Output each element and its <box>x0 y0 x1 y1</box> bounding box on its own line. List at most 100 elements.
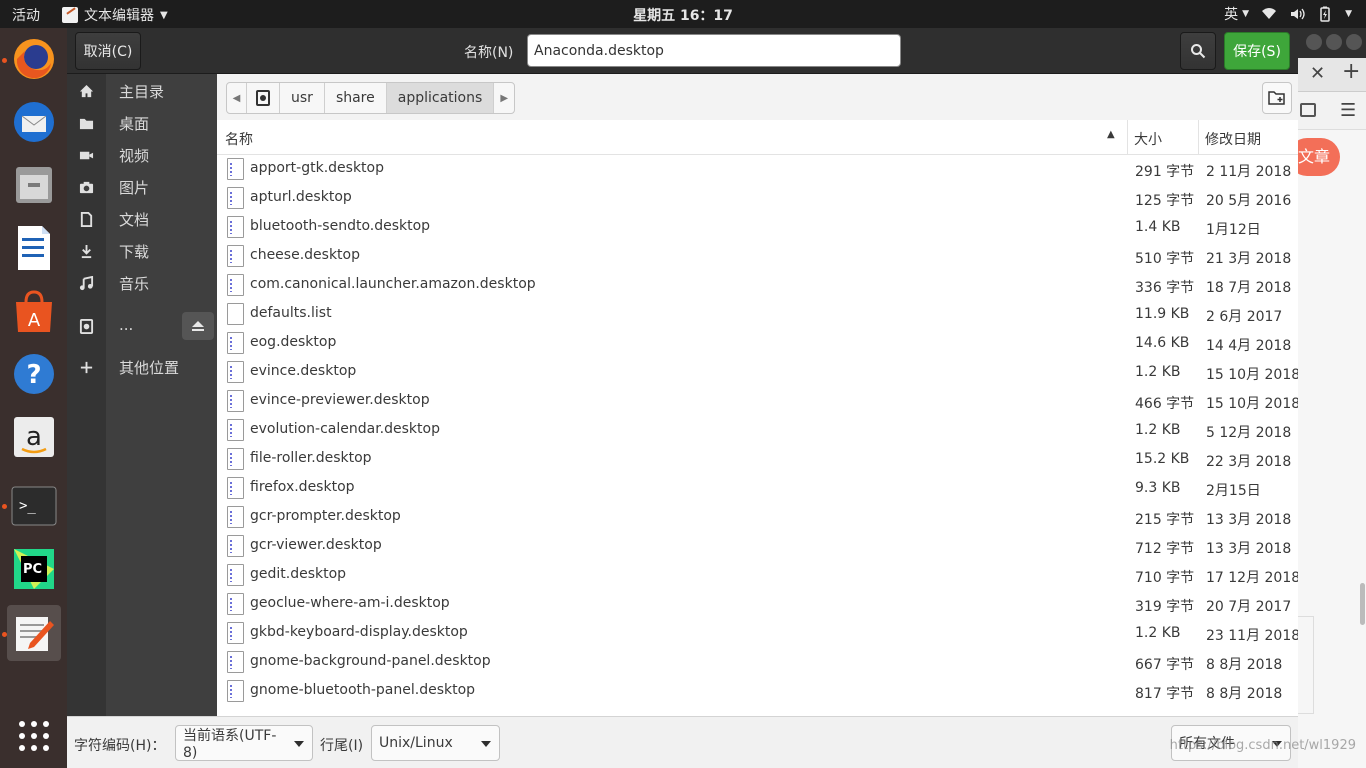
sidebar-item-label: 桌面 <box>119 115 150 133</box>
table-row[interactable]: gcr-viewer.desktop 712 字节 13 3月 2018 <box>217 532 1298 561</box>
text-file-icon <box>227 651 244 673</box>
new-tab-icon[interactable]: + <box>1342 59 1360 84</box>
sidebar-item-other-locations[interactable]: 其他位置 <box>67 351 217 383</box>
file-modified-date: 2 11月 2018 <box>1206 164 1292 180</box>
document-icon <box>80 212 93 227</box>
text-file-icon <box>227 187 244 209</box>
table-row[interactable]: gnome-bluetooth-panel.desktop 817 字节 8 8月 … <box>217 677 1298 706</box>
cancel-button[interactable]: 取消(C) <box>75 32 141 70</box>
scroll-right-button[interactable]: ▶ <box>494 83 514 113</box>
places-sidebar: 主目录 桌面 视频 图片 文档 下载 音乐 ... 其他位置 <box>67 74 217 716</box>
file-size: 336 字节 <box>1135 280 1195 296</box>
table-row[interactable]: file-roller.desktop 15.2 KB 22 3月 2018 <box>217 445 1298 474</box>
svg-text:A: A <box>28 310 41 331</box>
sidebar-item-pictures[interactable]: 图片 <box>67 171 217 203</box>
help-launcher[interactable]: ? <box>7 346 61 402</box>
firefox-launcher[interactable] <box>7 31 61 87</box>
save-button[interactable]: 保存(S) <box>1224 32 1290 70</box>
line-ending-select[interactable]: Unix/Linux <box>371 725 500 761</box>
table-row[interactable]: defaults.list 11.9 KB 2 6月 2017 <box>217 300 1298 329</box>
table-row[interactable]: geoclue-where-am-i.desktop 319 字节 20 7月 20… <box>217 590 1298 619</box>
sidebar-item-label: 音乐 <box>119 275 150 293</box>
help-icon: ? <box>14 354 54 394</box>
volume-icon <box>1291 8 1305 20</box>
file-modified-date: 20 7月 2017 <box>1206 599 1292 615</box>
clock[interactable]: 星期五 16：17 <box>0 5 1366 25</box>
table-row[interactable]: cheese.desktop 510 字节 21 3月 2018 <box>217 242 1298 271</box>
table-row[interactable]: bluetooth-sendto.desktop 1.4 KB 1月12日 <box>217 213 1298 242</box>
system-tray[interactable]: 英 ▼ ▼ <box>1224 4 1352 24</box>
table-row[interactable]: apport-gtk.desktop 291 字节 2 11月 2018 <box>217 155 1298 184</box>
sidebar-item-documents[interactable]: 文档 <box>67 203 217 235</box>
line-ending-value: Unix/Linux <box>379 735 453 751</box>
sidebar-item-desktop[interactable]: 桌面 <box>67 107 217 139</box>
table-row[interactable]: firefox.desktop 9.3 KB 2月15日 <box>217 474 1298 503</box>
text-file-icon <box>227 158 244 180</box>
table-row[interactable]: gcr-prompter.desktop 215 字节 13 3月 2018 <box>217 503 1298 532</box>
text-editor-launcher[interactable] <box>7 605 61 661</box>
show-applications-button[interactable] <box>7 708 61 764</box>
file-modified-date: 13 3月 2018 <box>1206 541 1292 557</box>
sidebar-item-label: ... <box>119 316 134 334</box>
breadcrumb-applications[interactable]: applications <box>386 83 495 113</box>
file-modified-date: 8 8月 2018 <box>1206 686 1283 702</box>
table-row[interactable]: apturl.desktop 125 字节 20 5月 2016 <box>217 184 1298 213</box>
table-row[interactable]: evolution-calendar.desktop 1.2 KB 5 12月 20… <box>217 416 1298 445</box>
eject-button[interactable] <box>182 312 214 340</box>
terminal-launcher[interactable]: >_ <box>7 478 61 534</box>
breadcrumb: ◀ usr share applications ▶ <box>226 82 516 114</box>
sidebar-item-music[interactable]: 音乐 <box>67 267 217 299</box>
table-row[interactable]: eog.desktop 14.6 KB 14 4月 2018 <box>217 329 1298 358</box>
input-method-indicator[interactable]: 英 <box>1224 4 1238 24</box>
table-row[interactable]: gkbd-keyboard-display.desktop 1.2 KB 23 11… <box>217 619 1298 648</box>
files-launcher[interactable] <box>7 157 61 213</box>
breadcrumb-share[interactable]: share <box>325 83 387 113</box>
chevron-down-icon <box>481 741 491 747</box>
chevron-down-icon: ▼ <box>1345 9 1352 19</box>
file-size: 466 字节 <box>1135 396 1195 412</box>
line-ending-label: 行尾(I) <box>320 738 364 754</box>
scroll-left-button[interactable]: ◀ <box>227 83 247 113</box>
breadcrumb-usr[interactable]: usr <box>280 83 325 113</box>
file-name: apturl.desktop <box>250 189 352 205</box>
hamburger-menu-icon[interactable]: ☰ <box>1340 100 1356 121</box>
column-header-size[interactable]: 大小 <box>1134 129 1162 149</box>
table-row[interactable]: evince.desktop 1.2 KB 15 10月 2018 <box>217 358 1298 387</box>
sidebar-item-videos[interactable]: 视频 <box>67 139 217 171</box>
music-icon <box>79 276 94 291</box>
table-row[interactable]: gedit.desktop 710 字节 17 12月 2018 <box>217 561 1298 590</box>
camera-icon <box>79 181 94 194</box>
eject-icon <box>192 321 204 331</box>
create-folder-button[interactable] <box>1262 82 1292 114</box>
breadcrumb-root[interactable] <box>247 83 280 113</box>
file-modified-date: 17 12月 2018 <box>1206 570 1298 586</box>
text-file-icon <box>227 622 244 644</box>
reader-view-icon[interactable] <box>1300 103 1316 117</box>
file-size: 712 字节 <box>1135 541 1195 557</box>
window-control-icon[interactable] <box>1326 34 1342 50</box>
file-modified-date: 2月15日 <box>1206 483 1261 499</box>
thunderbird-launcher[interactable] <box>7 94 61 150</box>
table-row[interactable]: evince-previewer.desktop 466 字节 15 10月 201… <box>217 387 1298 416</box>
dialog-header-bar: 取消(C) 名称(N) 保存(S) <box>67 28 1298 74</box>
file-name: gedit.desktop <box>250 566 347 582</box>
amazon-launcher[interactable]: a <box>7 409 61 465</box>
table-row[interactable]: com.canonical.launcher.amazon.desktop 336… <box>217 271 1298 300</box>
window-control-icon[interactable] <box>1306 34 1322 50</box>
close-tab-icon[interactable]: ✕ <box>1310 63 1325 84</box>
encoding-select[interactable]: 当前语系(UTF-8) <box>175 725 313 761</box>
background-window: ✕ + ☰ 文章 <box>1288 28 1366 768</box>
sidebar-item-home[interactable]: 主目录 <box>67 75 217 107</box>
column-header-name[interactable]: 名称 <box>225 129 253 149</box>
table-row[interactable]: gnome-background-panel.desktop 667 字节 8 8月… <box>217 648 1298 677</box>
close-icon[interactable] <box>1346 34 1362 50</box>
column-header-date[interactable]: 修改日期 <box>1205 129 1261 149</box>
pycharm-launcher[interactable]: PC <box>7 541 61 597</box>
filename-input[interactable] <box>527 34 901 67</box>
search-button[interactable] <box>1180 32 1216 70</box>
writer-launcher[interactable] <box>7 220 61 276</box>
file-size: 667 字节 <box>1135 657 1195 673</box>
background-scrollbar[interactable] <box>1360 583 1365 625</box>
sidebar-item-downloads[interactable]: 下载 <box>67 235 217 267</box>
software-center-launcher[interactable]: A <box>7 283 61 339</box>
